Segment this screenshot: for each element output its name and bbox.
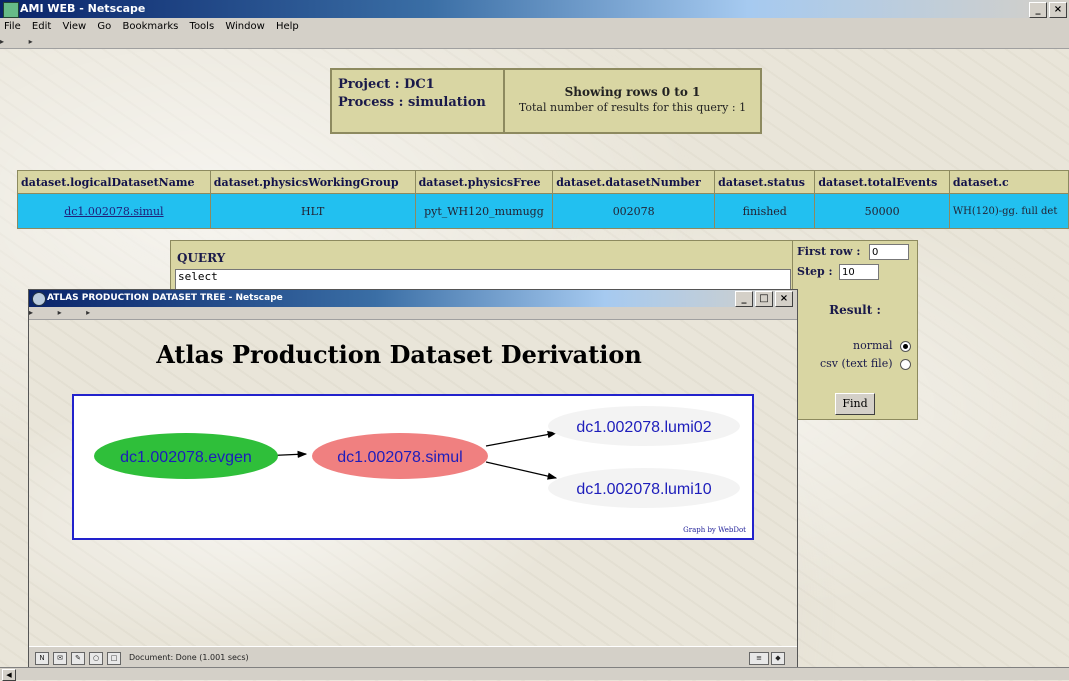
table-cell: pyt_WH120_mumugg (414, 193, 554, 229)
column-header: dataset.physicsWorkingGroup (209, 170, 416, 194)
popup-minimize-button[interactable]: _ (735, 291, 753, 307)
horizontal-scrollbar[interactable]: ◀ (0, 667, 1069, 681)
column-header: dataset.totalEvents (814, 170, 950, 194)
step-input[interactable] (839, 264, 879, 280)
dataset-link[interactable]: dc1.002078.simul (64, 205, 163, 218)
netscape-icon (32, 292, 46, 306)
main-title-bar: AMI WEB - Netscape _ × (0, 0, 1069, 18)
step-label: Step : (797, 265, 833, 278)
edge-simul-lumi02 (485, 430, 558, 447)
security-lock-icon[interactable]: ◆ (771, 652, 785, 665)
menu-help[interactable]: Help (276, 21, 299, 32)
chat-icon[interactable]: ○ (89, 652, 103, 665)
status-text: Document: Done (1.001 secs) (129, 653, 249, 662)
query-controls-panel: First row : Step : Result : normal csv (… (792, 240, 918, 420)
toolbar-expand-icon-2[interactable]: ▸ (58, 308, 62, 317)
table-header-row: dataset.logicalDatasetName dataset.physi… (17, 170, 1069, 194)
popup-maximize-button[interactable]: □ (755, 291, 773, 307)
table-cell: 50000 (814, 193, 950, 229)
find-button[interactable]: Find (835, 393, 875, 415)
menu-window[interactable]: Window (225, 21, 264, 32)
navigator-icon[interactable]: N (35, 652, 49, 665)
process-name: Process : simulation (338, 95, 486, 110)
table-cell: finished (714, 193, 816, 229)
graph-svg: dc1.002078.evgen dc1.002078.simul dc1.00… (94, 406, 740, 508)
mail-icon[interactable]: ✉ (53, 652, 67, 665)
result-count: Total number of results for this query :… (518, 101, 747, 114)
column-header: dataset.physicsFree (414, 170, 554, 194)
column-header: dataset.logicalDatasetName (17, 170, 211, 194)
option-normal-label: normal (853, 339, 893, 352)
menu-bar: File Edit View Go Bookmarks Tools Window… (0, 18, 1069, 36)
column-header: dataset.status (714, 170, 816, 194)
collapsed-toolbar: ▸ ▸ (0, 36, 1069, 49)
page-title: Atlas Production Dataset Derivation (156, 340, 642, 369)
first-row-label: First row : (797, 245, 861, 258)
table-cell: HLT (209, 193, 416, 229)
query-label: QUERY (177, 251, 226, 265)
popup-title: ATLAS PRODUCTION DATASET TREE - Netscape (47, 293, 283, 303)
graph-credit: Graph by WebDot (683, 526, 746, 534)
table-cell: WH(120)-gg. full det (948, 193, 1069, 229)
project-info-box: Project : DC1 Process : simulation Showi… (330, 68, 762, 134)
query-textarea[interactable]: select (175, 269, 791, 291)
netscape-icon (3, 2, 19, 18)
menu-view[interactable]: View (62, 21, 86, 32)
toolbar-expand-icon[interactable]: ▸ (0, 37, 4, 46)
column-header: dataset.datasetNumber (552, 170, 716, 194)
menu-tools[interactable]: Tools (190, 21, 215, 32)
menu-go[interactable]: Go (97, 21, 111, 32)
first-row-input[interactable] (869, 244, 909, 260)
edge-simul-lumi10 (485, 461, 558, 480)
toolbar-expand-icon-3[interactable]: ▸ (86, 308, 90, 317)
rows-showing: Showing rows 0 to 1 (564, 85, 701, 99)
option-csv: csv (text file) (793, 357, 911, 370)
composer-icon[interactable]: ✎ (71, 652, 85, 665)
popup-title-bar: ATLAS PRODUCTION DATASET TREE - Netscape… (29, 290, 797, 307)
node-lumi10-label: dc1.002078.lumi10 (576, 481, 711, 498)
popup-collapsed-toolbar: ▸ ▸ ▸ (29, 307, 797, 320)
table-cell: dc1.002078.simul (17, 193, 211, 229)
derivation-graph: dc1.002078.evgen dc1.002078.simul dc1.00… (72, 394, 754, 540)
node-lumi02-label: dc1.002078.lumi02 (576, 419, 711, 436)
node-evgen-label: dc1.002078.evgen (120, 449, 252, 466)
project-name: Project : DC1 (338, 77, 435, 92)
table-cell: 002078 (552, 193, 716, 229)
minimize-button[interactable]: _ (1029, 2, 1047, 18)
menu-file[interactable]: File (4, 21, 21, 32)
main-window-title: AMI WEB - Netscape (20, 2, 146, 15)
popup-close-button[interactable]: × (775, 291, 793, 307)
option-normal: normal (793, 339, 911, 352)
dataset-tree-window: ATLAS PRODUCTION DATASET TREE - Netscape… (28, 289, 798, 669)
scroll-left-icon[interactable]: ◀ (2, 669, 16, 681)
popup-status-bar: N ✉ ✎ ○ □ Document: Done (1.001 secs) ≡ … (29, 646, 797, 669)
result-label: Result : (829, 303, 881, 317)
column-header: dataset.c (948, 170, 1069, 194)
close-button[interactable]: × (1049, 2, 1067, 18)
normal-radio[interactable] (900, 340, 911, 352)
addressbook-icon[interactable]: □ (107, 652, 121, 665)
csv-radio[interactable] (900, 358, 911, 370)
option-csv-label: csv (text file) (819, 357, 893, 370)
menu-bookmarks[interactable]: Bookmarks (122, 21, 178, 32)
node-simul-label: dc1.002078.simul (337, 449, 462, 466)
toolbar-expand-icon-2[interactable]: ▸ (29, 37, 33, 46)
connection-icon: ≡ (749, 652, 769, 665)
toolbar-expand-icon[interactable]: ▸ (29, 308, 33, 317)
results-table: dataset.logicalDatasetName dataset.physi… (17, 170, 1069, 229)
menu-edit[interactable]: Edit (32, 21, 51, 32)
table-row: dc1.002078.simul HLT pyt_WH120_mumugg 00… (17, 193, 1069, 229)
